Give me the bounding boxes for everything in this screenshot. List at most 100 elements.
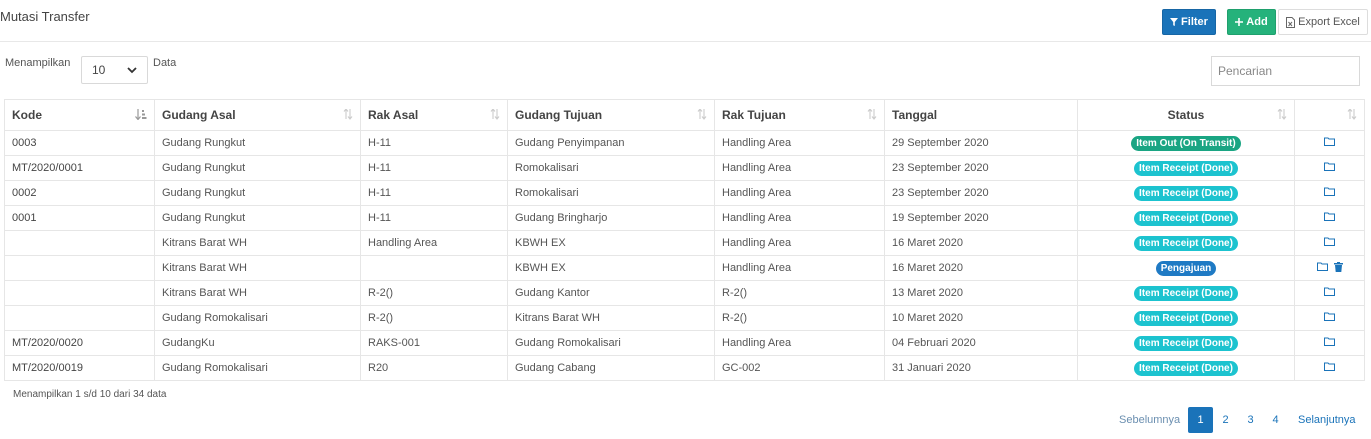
sort-icon: [343, 109, 353, 120]
row-actions: [1324, 162, 1335, 174]
cell-status: Item Receipt (Done): [1077, 280, 1295, 306]
table-row[interactable]: Kitrans Barat WH KBWH EX Handling Area 16 M…: [4, 255, 1365, 281]
column-header-rak-tujuan[interactable]: Rak Tujuan: [714, 99, 885, 131]
table-row[interactable]: Kitrans Barat WH Handling Area KBWH EX Hand…: [4, 230, 1365, 256]
table-row[interactable]: MT/2020/0001 Gudang Rungkut H-11 Romokalisa…: [4, 155, 1365, 181]
cell-status: Item Receipt (Done): [1077, 205, 1295, 231]
cell-gudang-tujuan: Gudang Kantor: [507, 280, 715, 306]
cell-kode: [4, 280, 155, 306]
cell-kode: MT/2020/0019: [4, 355, 155, 381]
folder-icon[interactable]: [1324, 212, 1335, 224]
status-badge: Item Receipt (Done): [1134, 335, 1238, 351]
cell-kode: [4, 255, 155, 281]
cell-gudang-asal: Gudang Rungkut: [154, 205, 361, 231]
pagination-page-4[interactable]: 4: [1263, 407, 1288, 433]
folder-icon[interactable]: [1316, 262, 1328, 274]
folder-icon[interactable]: [1324, 237, 1335, 249]
cell-rak-tujuan: Handling Area: [714, 230, 885, 256]
cell-gudang-asal: Gudang Romokalisari: [154, 305, 361, 331]
sort-icon: [867, 109, 877, 120]
cell-rak-asal: H-11: [360, 155, 508, 181]
table-header-row: Kode Gudang Asal Rak Asal Gudang Tujuan …: [4, 99, 1365, 131]
cell-kode: [4, 305, 155, 331]
add-button-label: Add: [1246, 16, 1268, 28]
cell-gudang-asal: Gudang Rungkut: [154, 130, 361, 156]
table-row[interactable]: Kitrans Barat WH R-2() Gudang Kantor R-2() 1…: [4, 280, 1365, 306]
length-suffix: Data: [153, 57, 177, 69]
folder-icon[interactable]: [1324, 362, 1335, 374]
cell-rak-tujuan: Handling Area: [714, 330, 885, 356]
cell-rak-tujuan: GC-002: [714, 355, 885, 381]
length-prefix: Menampilkan: [5, 57, 71, 69]
cell-status: Item Receipt (Done): [1077, 305, 1295, 331]
trash-icon[interactable]: [1333, 261, 1343, 275]
sort-asc-icon: [135, 109, 147, 120]
pagination-previous[interactable]: Sebelumnya: [1119, 407, 1180, 433]
column-header-tanggal[interactable]: Tanggal: [884, 99, 1078, 131]
folder-icon[interactable]: [1324, 287, 1335, 299]
status-badge: Item Receipt (Done): [1134, 185, 1238, 201]
cell-status: Item Receipt (Done): [1077, 330, 1295, 356]
filter-button[interactable]: Filter: [1162, 9, 1216, 35]
pagination-page-3[interactable]: 3: [1238, 407, 1263, 433]
cell-actions: [1294, 155, 1365, 181]
pagination-page-2[interactable]: 2: [1213, 407, 1238, 433]
status-badge: Item Out (On Transit): [1131, 135, 1241, 151]
table-row[interactable]: 0003 Gudang Rungkut H-11 Gudang Penyimpanan…: [4, 130, 1365, 156]
row-actions: [1324, 187, 1335, 199]
cell-tanggal: 10 Maret 2020: [884, 305, 1078, 331]
folder-icon[interactable]: [1324, 162, 1335, 174]
page-length-select[interactable]: 10: [81, 56, 148, 84]
row-actions: [1324, 212, 1335, 224]
cell-rak-tujuan: Handling Area: [714, 180, 885, 206]
sort-icon: [1277, 109, 1287, 120]
cell-actions: [1294, 130, 1365, 156]
cell-rak-asal: H-11: [360, 205, 508, 231]
table-row[interactable]: 0001 Gudang Rungkut H-11 Gudang Bringharjo H…: [4, 205, 1365, 231]
add-button[interactable]: Add: [1227, 9, 1276, 35]
table-row[interactable]: 0002 Gudang Rungkut H-11 Romokalisari Handli…: [4, 180, 1365, 206]
header-divider: [0, 41, 1371, 42]
folder-icon[interactable]: [1324, 337, 1335, 349]
cell-gudang-tujuan: Gudang Cabang: [507, 355, 715, 381]
cell-rak-asal: RAKS-001: [360, 330, 508, 356]
sort-icon: [490, 109, 500, 120]
row-actions: [1316, 261, 1343, 275]
folder-icon[interactable]: [1324, 137, 1335, 149]
column-header-rak-asal[interactable]: Rak Asal: [360, 99, 508, 131]
chevron-down-icon: [127, 67, 137, 74]
status-badge: Item Receipt (Done): [1134, 360, 1238, 376]
export-excel-button[interactable]: Export Excel: [1278, 9, 1368, 35]
pagination-next[interactable]: Selanjutnya: [1298, 407, 1356, 433]
cell-gudang-asal: Gudang Rungkut: [154, 180, 361, 206]
cell-actions: [1294, 230, 1365, 256]
cell-tanggal: 23 September 2020: [884, 155, 1078, 181]
table-row[interactable]: MT/2020/0019 Gudang Romokalisari R20 Gudang…: [4, 355, 1365, 381]
column-header-kode[interactable]: Kode: [4, 99, 155, 131]
cell-rak-asal: H-11: [360, 180, 508, 206]
cell-rak-asal: R20: [360, 355, 508, 381]
cell-actions: [1294, 355, 1365, 381]
pagination-page-1[interactable]: 1: [1188, 407, 1213, 433]
table-row[interactable]: MT/2020/0020 GudangKu RAKS-001 Gudang Romok…: [4, 330, 1365, 356]
column-header-gudang-tujuan[interactable]: Gudang Tujuan: [507, 99, 715, 131]
filter-icon: [1170, 18, 1179, 26]
column-header-gudang-asal[interactable]: Gudang Asal: [154, 99, 361, 131]
folder-icon[interactable]: [1324, 187, 1335, 199]
cell-status: Item Receipt (Done): [1077, 180, 1295, 206]
cell-rak-tujuan: R-2(): [714, 305, 885, 331]
table-row[interactable]: Gudang Romokalisari R-2() Kitrans Barat WH…: [4, 305, 1365, 331]
row-actions: [1324, 312, 1335, 324]
row-actions: [1324, 362, 1335, 374]
column-header-status[interactable]: Status: [1077, 99, 1295, 131]
search-input[interactable]: [1211, 56, 1360, 86]
cell-rak-tujuan: R-2(): [714, 280, 885, 306]
cell-gudang-asal: Kitrans Barat WH: [154, 230, 361, 256]
row-actions: [1324, 237, 1335, 249]
status-badge: Item Receipt (Done): [1134, 310, 1238, 326]
folder-icon[interactable]: [1324, 312, 1335, 324]
file-excel-icon: [1286, 16, 1296, 28]
cell-kode: MT/2020/0020: [4, 330, 155, 356]
column-header-action[interactable]: [1294, 99, 1365, 131]
page-length-value: 10: [92, 63, 106, 77]
